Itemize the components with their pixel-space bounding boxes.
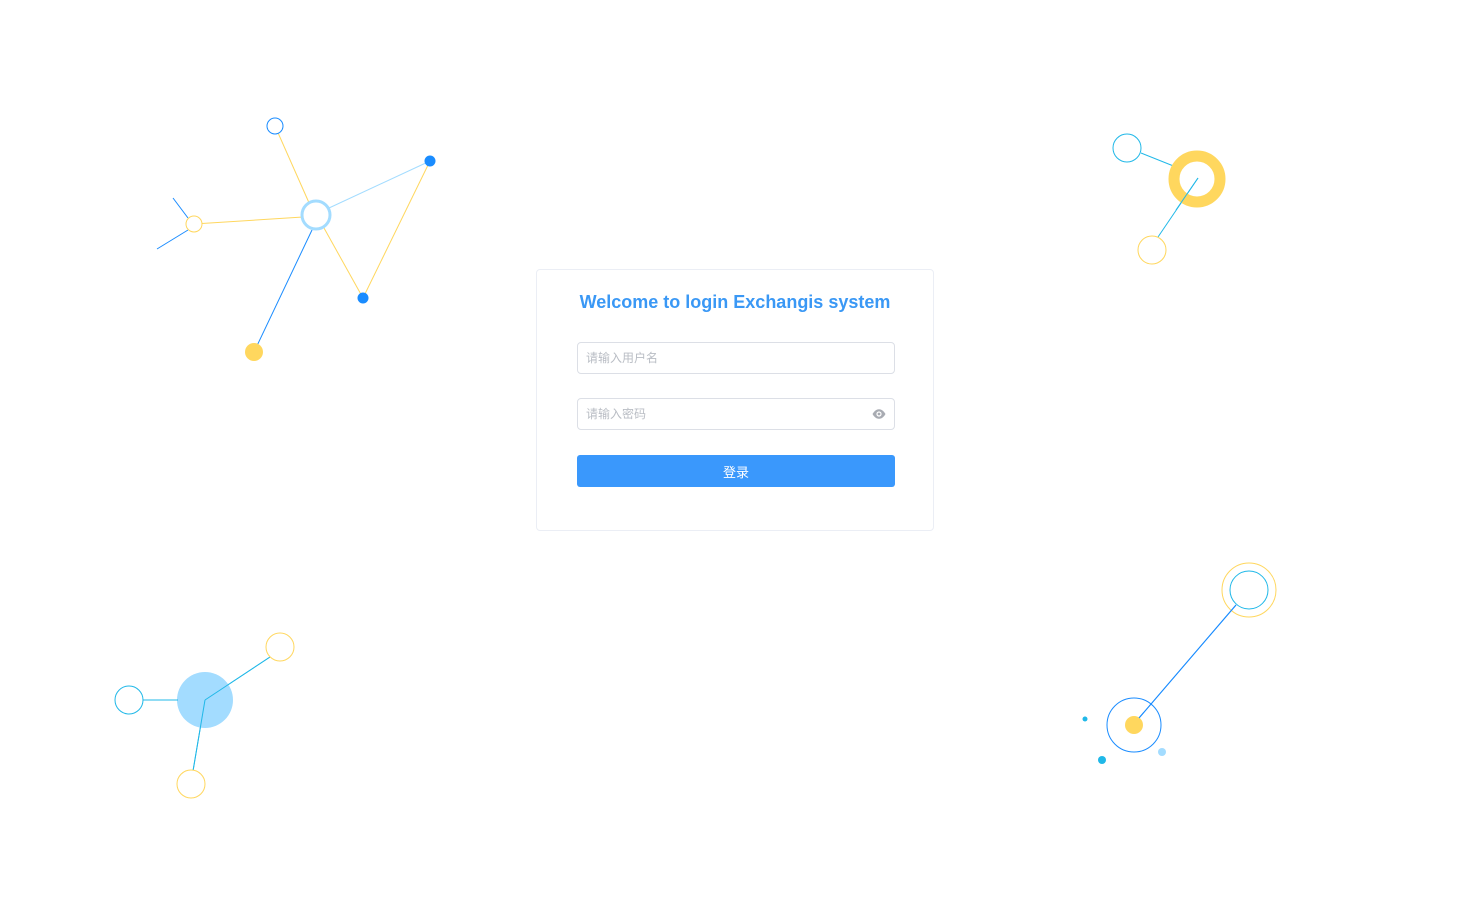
eye-icon[interactable] xyxy=(872,408,886,420)
password-field[interactable] xyxy=(577,398,895,430)
network-graphic-bottom-right xyxy=(1082,562,1277,764)
login-page: Welcome to login Exchangis system 登录 xyxy=(0,0,1482,906)
login-button[interactable]: 登录 xyxy=(577,455,895,487)
login-card: Welcome to login Exchangis system 登录 xyxy=(536,269,934,531)
network-graphic-bottom-left xyxy=(114,632,295,799)
network-graphic-top-left xyxy=(156,117,436,361)
login-title: Welcome to login Exchangis system xyxy=(579,292,891,312)
password-input[interactable] xyxy=(578,399,894,429)
username-field[interactable] xyxy=(577,342,895,374)
username-input[interactable] xyxy=(578,343,894,373)
network-graphic-top-right xyxy=(1112,133,1226,265)
